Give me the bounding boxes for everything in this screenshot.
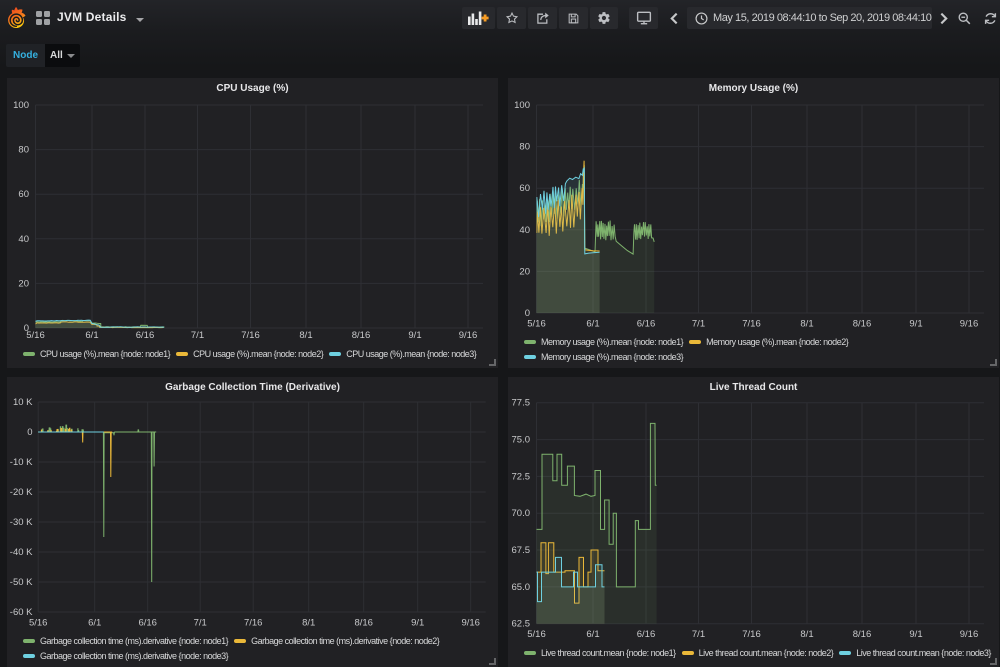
svg-text:9/1: 9/1 [909,629,922,640]
svg-text:-60 K: -60 K [10,607,33,618]
svg-text:7/16: 7/16 [742,319,761,330]
svg-text:7/16: 7/16 [241,330,260,341]
svg-text:5/16: 5/16 [29,618,48,629]
svg-text:0: 0 [27,427,32,438]
svg-text:-30 K: -30 K [10,517,33,528]
svg-text:10 K: 10 K [13,397,33,408]
svg-text:6/16: 6/16 [637,629,656,640]
svg-text:7/16: 7/16 [244,618,263,629]
svg-text:7/1: 7/1 [191,330,204,341]
svg-text:80: 80 [519,142,530,153]
svg-text:60: 60 [18,189,29,200]
svg-text:0: 0 [525,308,530,319]
svg-text:6/1: 6/1 [88,618,101,629]
svg-text:65.0: 65.0 [512,582,531,593]
svg-text:9/1: 9/1 [909,319,922,330]
svg-text:-50 K: -50 K [10,577,33,588]
svg-text:9/16: 9/16 [461,618,480,629]
svg-text:-40 K: -40 K [10,547,33,558]
svg-text:-20 K: -20 K [10,487,33,498]
svg-text:7/16: 7/16 [742,629,761,640]
svg-text:40: 40 [519,225,530,236]
svg-text:20: 20 [18,278,29,289]
svg-text:8/1: 8/1 [302,618,315,629]
svg-text:77.5: 77.5 [512,398,531,409]
svg-text:6/16: 6/16 [637,319,656,330]
svg-text:6/1: 6/1 [586,629,599,640]
svg-text:7/1: 7/1 [692,629,705,640]
svg-text:7/1: 7/1 [692,319,705,330]
svg-text:8/1: 8/1 [299,330,312,341]
svg-text:100: 100 [13,100,29,111]
svg-text:9/1: 9/1 [408,330,421,341]
svg-text:8/16: 8/16 [853,629,872,640]
svg-text:100: 100 [514,100,530,111]
svg-text:8/16: 8/16 [352,330,371,341]
svg-text:40: 40 [18,234,29,245]
svg-text:6/1: 6/1 [85,330,98,341]
svg-text:20: 20 [519,266,530,277]
svg-text:-10 K: -10 K [10,457,33,468]
svg-text:80: 80 [18,145,29,156]
svg-text:67.5: 67.5 [512,545,531,556]
svg-text:9/1: 9/1 [411,618,424,629]
svg-text:9/16: 9/16 [960,629,979,640]
svg-text:8/1: 8/1 [800,629,813,640]
svg-text:9/16: 9/16 [459,330,478,341]
svg-text:75.0: 75.0 [512,435,531,446]
svg-text:70.0: 70.0 [512,508,531,519]
svg-text:5/16: 5/16 [527,319,546,330]
svg-text:8/16: 8/16 [354,618,373,629]
svg-text:9/16: 9/16 [960,319,979,330]
svg-text:6/16: 6/16 [138,618,157,629]
svg-text:7/1: 7/1 [194,618,207,629]
svg-text:6/16: 6/16 [136,330,155,341]
svg-text:8/16: 8/16 [853,319,872,330]
svg-text:5/16: 5/16 [527,629,546,640]
svg-text:5/16: 5/16 [26,330,45,341]
svg-text:72.5: 72.5 [512,471,531,482]
svg-text:6/1: 6/1 [586,319,599,330]
svg-text:60: 60 [519,183,530,194]
svg-text:8/1: 8/1 [800,319,813,330]
